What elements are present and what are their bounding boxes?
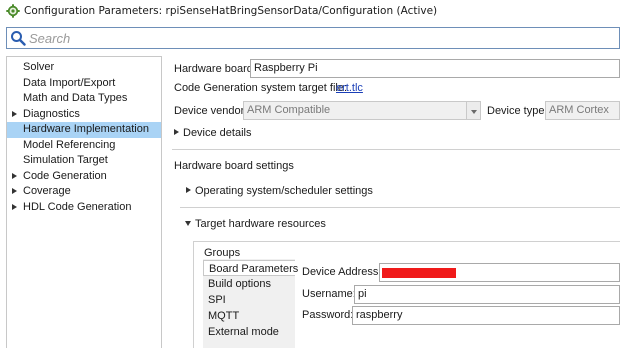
target-hw-resources-toggle[interactable]: Target hardware resources (195, 218, 326, 230)
expand-arrow-icon[interactable] (12, 203, 17, 210)
group-spi[interactable]: SPI (203, 292, 295, 308)
tree-item-label: HDL Code Generation (23, 200, 132, 213)
tree-item-simulation-target[interactable]: Simulation Target (7, 153, 161, 169)
group-external-mode[interactable]: External mode (203, 324, 295, 340)
tree-item-label: Code Generation (23, 169, 107, 182)
hw-board-settings-heading: Hardware board settings (174, 160, 294, 172)
password-label: Password: (302, 309, 354, 321)
tree-item-hardware-implementation[interactable]: Hardware Implementation (7, 122, 161, 138)
tree-item-model-referencing[interactable]: Model Referencing (7, 138, 161, 154)
group-board-parameters[interactable]: Board Parameters (203, 260, 299, 276)
tree-item-label: Simulation Target (23, 154, 108, 166)
tree-item-label: Data Import/Export (23, 76, 116, 89)
tree-item-math-data-types[interactable]: Math and Data Types (7, 91, 161, 107)
group-label: SPI (208, 294, 226, 306)
chevron-down-icon (471, 110, 477, 114)
username-field[interactable]: pi (354, 285, 620, 304)
divider (180, 207, 620, 208)
device-vendor-dropdown-button[interactable] (466, 101, 481, 120)
redaction-mark (382, 268, 456, 278)
username-label: Username: (302, 288, 356, 300)
expand-arrow-icon[interactable] (12, 110, 17, 117)
window-title: Configuration Parameters: rpiSenseHatBri… (24, 5, 438, 17)
tree-item-code-generation[interactable]: Code Generation (7, 169, 161, 185)
search-icon (11, 31, 26, 46)
group-label: MQTT (208, 310, 240, 322)
tree-item-data-import-export[interactable]: Data Import/Export (7, 76, 161, 92)
expand-arrow-icon[interactable] (12, 188, 17, 194)
category-tree: Solver Data Import/Export Math and Data … (6, 56, 162, 348)
tree-item-hdl-code-generation[interactable]: HDL Code Generation (7, 200, 161, 216)
search-box[interactable] (6, 27, 620, 49)
tree-item-label: Hardware Implementation (23, 123, 149, 135)
groups-heading: Groups (204, 247, 241, 259)
group-label: External mode (208, 326, 279, 338)
device-details-toggle[interactable]: Device details (183, 127, 251, 139)
tree-item-label: Diagnostics (23, 107, 80, 120)
device-vendor-select[interactable]: ARM Compatible (243, 101, 467, 120)
group-mqtt[interactable]: MQTT (203, 308, 295, 324)
tree-item-diagnostics[interactable]: Diagnostics (7, 107, 161, 123)
device-type-label: Device type: (487, 105, 548, 117)
title-bar: Configuration Parameters: rpiSenseHatBri… (0, 0, 620, 22)
tree-item-label: Model Referencing (23, 138, 116, 151)
group-label: Board Parameters (209, 263, 299, 275)
tree-item-label: Math and Data Types (23, 92, 128, 104)
collapse-arrow-icon[interactable] (185, 221, 191, 226)
tree-item-coverage[interactable]: Coverage (7, 184, 161, 200)
expand-arrow-icon[interactable] (186, 187, 191, 193)
tree-item-solver[interactable]: Solver (7, 60, 161, 76)
codegen-target-label: Code Generation system target file: (174, 82, 348, 94)
device-address-label: Device Address: (302, 266, 382, 278)
group-build-options[interactable]: Build options (203, 276, 295, 292)
group-label: Build options (208, 278, 271, 290)
divider (172, 149, 620, 150)
hardware-board-label: Hardware board: (174, 63, 256, 75)
expand-arrow-icon[interactable] (12, 172, 17, 179)
search-input[interactable] (29, 29, 609, 47)
ert-tlc-link[interactable]: ert.tlc (336, 82, 363, 94)
device-type-select[interactable]: ARM Cortex (545, 101, 620, 120)
hardware-board-select[interactable]: Raspberry Pi (250, 59, 620, 78)
tree-item-label: Coverage (23, 185, 71, 197)
device-vendor-label: Device vendor: (174, 105, 248, 117)
os-scheduler-settings-toggle[interactable]: Operating system/scheduler settings (195, 185, 373, 197)
password-field[interactable]: raspberry (352, 306, 620, 325)
gear-icon (6, 4, 20, 18)
expand-arrow-icon[interactable] (174, 129, 179, 135)
tree-item-label: Solver (23, 61, 55, 73)
